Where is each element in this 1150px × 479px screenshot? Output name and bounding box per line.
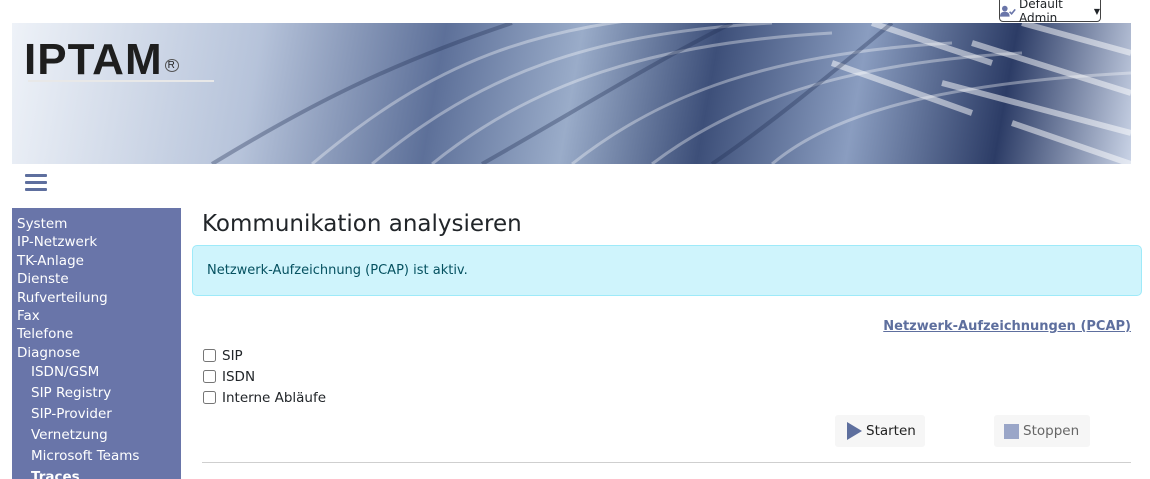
start-label: Starten [866, 423, 916, 439]
user-name: Default Admin [1019, 0, 1063, 25]
isdn-checkbox[interactable] [203, 370, 216, 383]
play-icon [847, 422, 862, 440]
banner-background [210, 23, 1131, 164]
user-menu-button[interactable]: Default Admin ▼ [999, 0, 1101, 25]
sidebar-subitem-microsoft-teams[interactable]: Microsoft Teams [12, 446, 181, 467]
sidebar-item-telefone[interactable]: Telefone [12, 325, 181, 343]
sidebar-subitem-isdn-gsm[interactable]: ISDN/GSM [12, 362, 181, 383]
sidebar-item-diagnose[interactable]: Diagnose [12, 344, 181, 362]
sidebar-item-ip-netzwerk[interactable]: IP-Netzwerk [12, 233, 181, 251]
header-banner: IPTAM R [12, 23, 1131, 164]
sidebar-item-system[interactable]: System [12, 215, 181, 233]
sip-option[interactable]: SIP [202, 345, 326, 366]
internal-processes-option[interactable]: Interne Abläufe [202, 387, 326, 408]
sidebar-subitem-vernetzung[interactable]: Vernetzung [12, 425, 181, 446]
stop-icon [1004, 423, 1019, 439]
sidebar-subitem-sip-registry[interactable]: SIP Registry [12, 383, 181, 404]
sip-label: SIP [222, 347, 243, 364]
sidebar-subitem-traces[interactable]: Traces [12, 467, 181, 479]
stop-label: Stoppen [1023, 423, 1080, 439]
sip-checkbox[interactable] [203, 349, 216, 362]
trace-options: SIP ISDN Interne Abläufe [202, 345, 326, 408]
pcap-recordings-link[interactable]: Netzwerk-Aufzeichnungen (PCAP) [883, 319, 1131, 334]
registered-mark: R [164, 59, 179, 72]
iptam-logo: IPTAM R [24, 35, 179, 85]
isdn-label: ISDN [222, 368, 256, 385]
stop-button[interactable]: Stoppen [994, 415, 1090, 447]
sidebar-item-dienste[interactable]: Dienste [12, 270, 181, 288]
divider [202, 462, 1131, 463]
hamburger-icon[interactable] [25, 174, 47, 192]
sidebar-subitem-sip-provider[interactable]: SIP-Provider [12, 404, 181, 425]
internal-processes-checkbox[interactable] [203, 391, 216, 404]
sidebar-item-rufverteilung[interactable]: Rufverteilung [12, 289, 181, 307]
start-button[interactable]: Starten [835, 415, 925, 447]
sidebar-item-fax[interactable]: Fax [12, 307, 181, 325]
logo-text: IPTAM [24, 35, 163, 84]
pcap-active-alert: Netzwerk-Aufzeichnung (PCAP) ist aktiv. [192, 245, 1142, 296]
logo-underline [28, 80, 214, 82]
sidebar-item-tk-anlage[interactable]: TK-Anlage [12, 252, 181, 270]
internal-processes-label: Interne Abläufe [222, 389, 327, 406]
user-check-icon [1000, 5, 1016, 17]
caret-down-icon: ▼ [1093, 6, 1100, 16]
sidebar: System IP-Netzwerk TK-Anlage Dienste Ruf… [12, 208, 181, 479]
isdn-option[interactable]: ISDN [202, 366, 326, 387]
page-title: Kommunikation analysieren [202, 211, 522, 237]
